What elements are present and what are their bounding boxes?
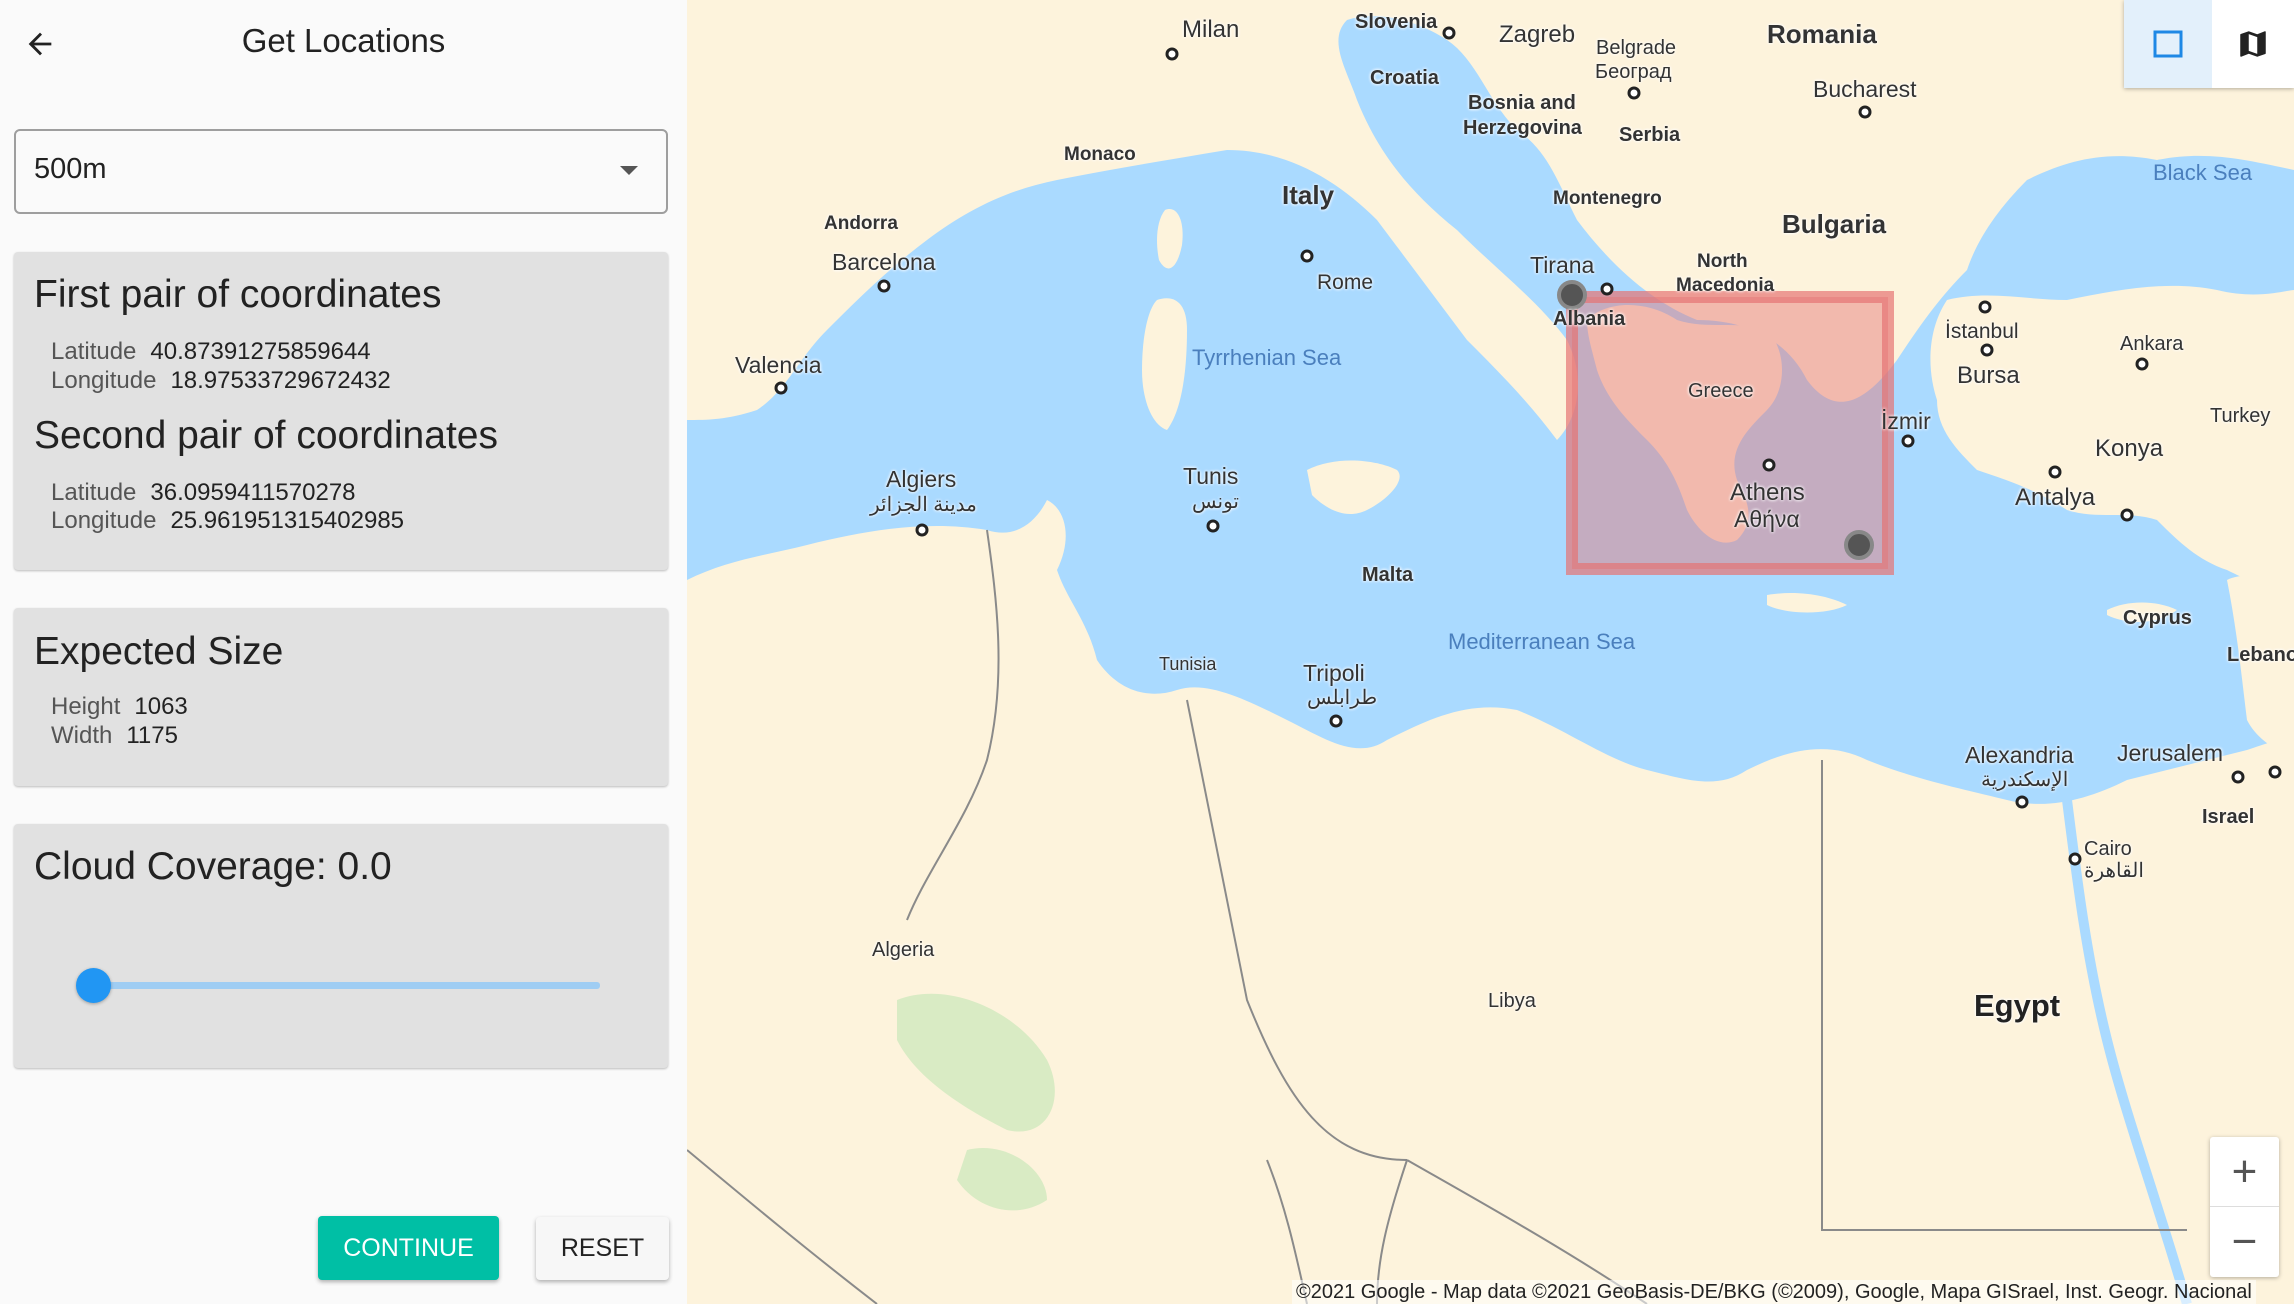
caret-down-icon <box>620 166 638 175</box>
second-longitude-row: Longitude 25.961951315402985 <box>51 506 404 536</box>
map-label-belgrade-cyrillic: Београд <box>1595 61 1672 83</box>
zoom-in-button[interactable]: + <box>2210 1137 2279 1207</box>
cloud-coverage-card: Cloud Coverage: 0.0 <box>14 824 668 1068</box>
first-latitude-value: 40.87391275859644 <box>150 338 371 365</box>
rectangle-select-button[interactable] <box>2124 0 2212 88</box>
map-label-herzegovina: Herzegovina <box>1463 117 1582 139</box>
expected-size-card: Expected Size Height 1063 Width 1175 <box>14 608 668 786</box>
map-label-valencia: Valencia <box>735 352 822 378</box>
map-label-ankara: Ankara <box>2120 333 2184 355</box>
cloud-coverage-slider[interactable] <box>94 982 600 989</box>
map-label-tripoli-arabic: طرابلس <box>1307 687 1378 709</box>
cloud-coverage-slider-thumb[interactable] <box>76 968 111 1003</box>
map-label-antalya: Antalya <box>2015 484 2096 511</box>
zoom-out-button[interactable]: − <box>2210 1207 2279 1276</box>
map-label-athens-greek: Αθήνα <box>1734 506 1800 532</box>
map-label-cairo-arabic: القاهرة <box>2084 860 2144 882</box>
map-label-cyprus: Cyprus <box>2123 607 2192 629</box>
map-label-albania: Albania <box>1553 308 1626 330</box>
map-label-jerusalem: Jerusalem <box>2117 740 2224 766</box>
resolution-select[interactable]: 500m <box>14 129 668 214</box>
map-label-zagreb: Zagreb <box>1499 21 1576 48</box>
map-label-black-sea: Black Sea <box>2153 160 2253 185</box>
map-label-greece: Greece <box>1688 380 1754 402</box>
rectangle-select-icon <box>2153 30 2183 58</box>
map-label-bursa: Bursa <box>1957 362 2020 389</box>
map-label-croatia: Croatia <box>1370 67 1439 89</box>
map-tool-controls <box>2124 0 2294 88</box>
map-label-macedonia: Macedonia <box>1676 275 1775 296</box>
map-label-mediterranean-sea: Mediterranean Sea <box>1448 629 1636 654</box>
second-longitude-label: Longitude <box>51 507 157 534</box>
height-label: Height <box>51 693 121 720</box>
width-label: Width <box>51 722 113 749</box>
map-label-algeria: Algeria <box>872 939 935 961</box>
map-label-algiers-arabic: مدينة الجزائر <box>870 494 977 516</box>
map-label-barcelona: Barcelona <box>832 249 936 275</box>
map-label-istanbul: İstanbul <box>1945 320 2019 343</box>
map-label-bulgaria: Bulgaria <box>1782 209 1887 239</box>
first-latitude-label: Latitude <box>51 338 137 365</box>
map-label-romania: Romania <box>1767 19 1877 49</box>
width-row: Width 1175 <box>51 721 178 751</box>
zoom-controls: + − <box>2210 1137 2279 1277</box>
map-label-tunisia: Tunisia <box>1159 654 1217 674</box>
map-icon <box>2240 31 2266 57</box>
map-label-belgrade: Belgrade <box>1596 37 1677 59</box>
map-label-cairo: Cairo <box>2084 838 2132 860</box>
expected-size-title: Expected Size <box>34 630 284 673</box>
height-row: Height 1063 <box>51 692 188 722</box>
map-label-serbia: Serbia <box>1619 124 1681 146</box>
cloud-coverage-title: Cloud Coverage: 0.0 <box>34 845 392 888</box>
map-label-libya: Libya <box>1488 990 1536 1012</box>
map-label-tirana: Tirana <box>1530 252 1595 278</box>
first-longitude-value: 18.97533729672432 <box>170 367 391 394</box>
first-longitude-row: Longitude 18.97533729672432 <box>51 366 391 396</box>
map-label-italy: Italy <box>1282 180 1335 210</box>
resolution-select-value: 500m <box>34 153 107 185</box>
map-label-tripoli: Tripoli <box>1303 660 1365 686</box>
map-label-bosnia: Bosnia and <box>1468 92 1576 114</box>
height-value: 1063 <box>134 693 188 720</box>
map-label-izmir: İzmir <box>1881 408 1931 434</box>
map-label-israel: Israel <box>2202 806 2255 828</box>
map-label-andorra: Andorra <box>824 213 898 234</box>
map-label-north: North <box>1697 251 1748 272</box>
page-title: Get Locations <box>241 22 446 59</box>
map-label-lebanon: Lebano <box>2227 644 2294 666</box>
second-latitude-value: 36.0959411570278 <box>150 479 356 506</box>
map-label-egypt: Egypt <box>1974 988 2061 1023</box>
map-label-slovenia: Slovenia <box>1355 11 1438 33</box>
first-longitude-label: Longitude <box>51 367 157 394</box>
map-label-rome: Rome <box>1317 271 1374 294</box>
width-value: 1175 <box>126 722 178 749</box>
map-label-monaco: Monaco <box>1064 144 1136 165</box>
map-label-milan: Milan <box>1182 16 1240 43</box>
map-label-turkey: Turkey <box>2210 405 2271 427</box>
map-label-alexandria: Alexandria <box>1965 742 2074 768</box>
map-label-tyrrhenian-sea: Tyrrhenian Sea <box>1192 345 1342 370</box>
map-label-montenegro: Montenegro <box>1553 188 1662 209</box>
map-label-bucharest: Bucharest <box>1813 76 1917 102</box>
second-pair-title: Second pair of coordinates <box>34 414 498 457</box>
control-panel: Get Locations 500m First pair of coordin… <box>0 0 687 1304</box>
map-view[interactable]: Slovenia Zagreb Romania Milan Croatia Be… <box>687 0 2294 1304</box>
map-label-tunis: Tunis <box>1183 463 1239 489</box>
continue-button[interactable]: CONTINUE <box>318 1216 499 1280</box>
second-latitude-row: Latitude 36.0959411570278 <box>51 478 356 508</box>
map-label-tunis-arabic: تونس <box>1192 491 1239 513</box>
map-type-button[interactable] <box>2212 0 2294 88</box>
map-label-algiers: Algiers <box>886 466 957 492</box>
second-latitude-label: Latitude <box>51 479 137 506</box>
first-latitude-row: Latitude 40.87391275859644 <box>51 337 371 367</box>
map-label-alexandria-arabic: الإسكندرية <box>1981 769 2069 791</box>
second-longitude-value: 25.961951315402985 <box>170 507 405 534</box>
map-label-konya: Konya <box>2095 435 2164 462</box>
reset-button[interactable]: RESET <box>536 1217 669 1280</box>
coordinates-card: First pair of coordinates Latitude 40.873… <box>14 252 668 570</box>
first-pair-title: First pair of coordinates <box>34 273 442 316</box>
map-attribution: ©2021 Google - Map data ©2021 GeoBasis-D… <box>1292 1280 2256 1304</box>
map-label-athens: Athens <box>1730 479 1805 506</box>
map-label-malta: Malta <box>1362 564 1414 586</box>
